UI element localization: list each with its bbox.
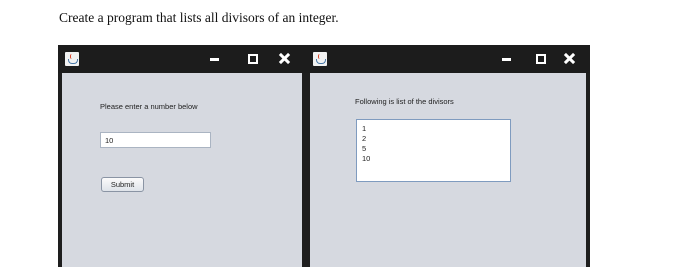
- input-window: Please enter a number below 10 Submit: [58, 45, 306, 267]
- close-icon[interactable]: [273, 45, 295, 73]
- input-window-titlebar[interactable]: [58, 45, 306, 73]
- java-icon: [65, 52, 79, 66]
- divisors-heading-label: Following is list of the divisors: [355, 97, 454, 106]
- list-item: 2: [362, 134, 367, 143]
- list-item: 5: [362, 144, 367, 153]
- output-window-content: Following is list of the divisors 1 2 5 …: [310, 73, 586, 267]
- divisors-list[interactable]: 1 2 5 10: [356, 119, 511, 182]
- close-icon[interactable]: [558, 45, 580, 73]
- number-input[interactable]: 10: [100, 132, 211, 148]
- list-item: 1: [362, 124, 367, 133]
- submit-button[interactable]: Submit: [101, 177, 144, 192]
- java-icon: [313, 52, 327, 66]
- minimize-icon[interactable]: [496, 45, 518, 73]
- output-window: Following is list of the divisors 1 2 5 …: [306, 45, 590, 267]
- minimize-icon[interactable]: [204, 45, 226, 73]
- list-item: 10: [362, 154, 371, 163]
- maximize-icon[interactable]: [530, 45, 552, 73]
- exercise-prompt: Create a program that lists all divisors…: [59, 10, 339, 25]
- maximize-icon[interactable]: [242, 45, 264, 73]
- number-prompt-label: Please enter a number below: [100, 102, 198, 111]
- output-window-titlebar[interactable]: [306, 45, 590, 73]
- input-window-content: Please enter a number below 10 Submit: [62, 73, 302, 267]
